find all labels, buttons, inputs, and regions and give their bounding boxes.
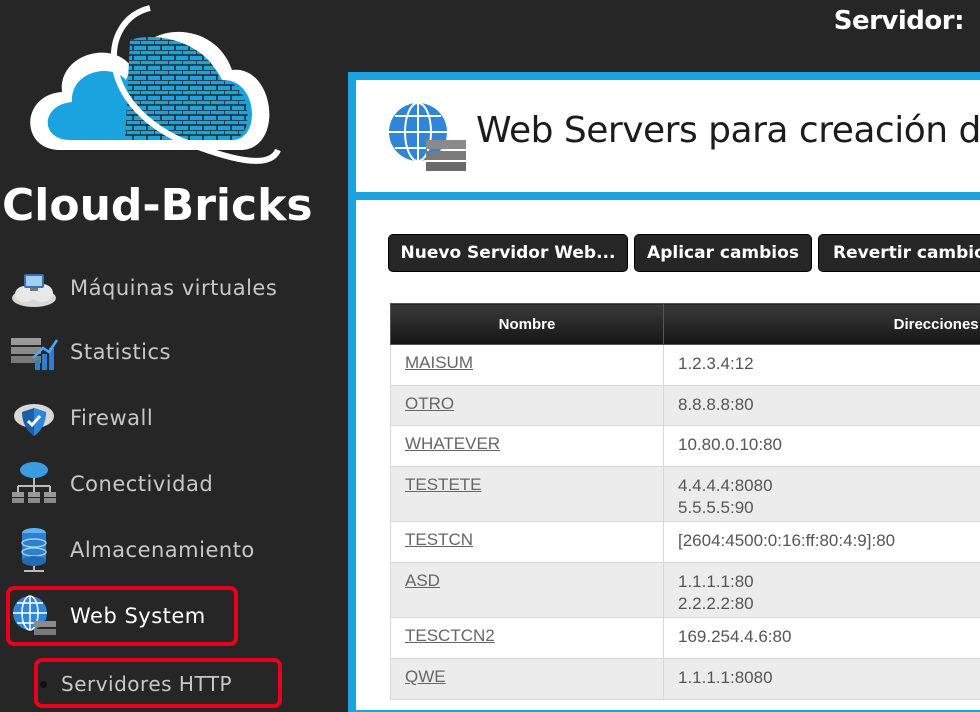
table-row[interactable]: TESTETE 4.4.4.4:80805.5.5.5:90	[391, 467, 980, 522]
sidebar-item-conectividad[interactable]: Conectividad	[8, 454, 308, 514]
address-cell: 10.80.0.10:80	[664, 426, 980, 467]
sidebar-item-label: Conectividad	[70, 472, 213, 496]
address-cell: [2604:4500:0:16:ff:80:4:9]:80	[664, 522, 980, 563]
table-row[interactable]: TESCTCN2 169.254.4.6:80	[391, 618, 980, 659]
storage-icon	[8, 527, 60, 573]
address: 4.4.4.4:8080	[678, 475, 975, 497]
brand-name: Cloud-Bricks	[2, 180, 313, 231]
address-cell: 4.4.4.4:80805.5.5.5:90	[664, 467, 980, 522]
address: 1.1.1.1:80	[678, 571, 975, 593]
network-icon	[8, 461, 60, 507]
server-name-link[interactable]: TESTCN	[391, 522, 664, 563]
table-row[interactable]: ASD 1.1.1.1:802.2.2.2:80	[391, 563, 980, 618]
column-header-nombre[interactable]: Nombre	[391, 304, 664, 345]
web-servers-table: Nombre Direcciones I MAISUM 1.2.3.4:12 O…	[390, 303, 980, 700]
address-cell: 169.254.4.6:80	[664, 618, 980, 659]
address-cell: 1.1.1.1:8080	[664, 659, 980, 700]
web-system-icon	[8, 593, 60, 639]
table-header-row: Nombre Direcciones I	[391, 304, 980, 345]
sidebar-item-label: Web System	[70, 604, 206, 628]
server-name-link[interactable]: TESTETE	[391, 467, 664, 522]
sidebar-item-label: Máquinas virtuales	[70, 276, 277, 300]
server-name-link[interactable]: OTRO	[391, 386, 664, 426]
sidebar-subitem-servidores-http[interactable]: Servidores HTTP	[40, 664, 232, 704]
server-name-link[interactable]: ASD	[391, 563, 664, 618]
table-row[interactable]: OTRO 8.8.8.8:80	[391, 386, 980, 426]
revert-changes-button[interactable]: Revertir cambio	[818, 234, 980, 272]
sidebar-item-firewall[interactable]: Firewall	[8, 388, 308, 448]
statistics-icon	[8, 329, 60, 375]
virtual-machines-icon	[8, 265, 60, 311]
address: [2604:4500:0:16:ff:80:4:9]:80	[678, 530, 975, 552]
sidebar-item-virtual-machines[interactable]: Máquinas virtuales	[8, 258, 308, 318]
address: 169.254.4.6:80	[678, 626, 975, 648]
server-name-link[interactable]: TESCTCN2	[391, 618, 664, 659]
table-row[interactable]: WHATEVER 10.80.0.10:80	[391, 426, 980, 467]
column-header-direcciones[interactable]: Direcciones I	[664, 304, 980, 345]
server-name-link[interactable]: QWE	[391, 659, 664, 700]
sidebar-item-label: Firewall	[70, 406, 153, 430]
address: 10.80.0.10:80	[678, 434, 975, 456]
table-row[interactable]: TESTCN [2604:4500:0:16:ff:80:4:9]:80	[391, 522, 980, 563]
address: 1.2.3.4:12	[678, 353, 975, 375]
address: 5.5.5.5:90	[678, 497, 975, 519]
sidebar-item-almacenamiento[interactable]: Almacenamiento	[8, 520, 308, 580]
address: 8.8.8.8:80	[678, 394, 975, 416]
server-name-link[interactable]: MAISUM	[391, 345, 664, 386]
address: 2.2.2.2:80	[678, 593, 975, 615]
page-title: Web Servers para creación de	[476, 110, 980, 151]
sidebar-item-web-system[interactable]: Web System	[8, 586, 308, 646]
bullet-icon	[40, 681, 47, 688]
sidebar: Cloud-Bricks Máquinas virtuales	[0, 0, 348, 708]
address-cell: 8.8.8.8:80	[664, 386, 980, 426]
firewall-shield-icon	[8, 395, 60, 441]
apply-changes-button[interactable]: Aplicar cambios	[634, 234, 812, 272]
address-cell: 1.2.3.4:12	[664, 345, 980, 386]
server-name-link[interactable]: WHATEVER	[391, 426, 664, 467]
address-cell: 1.1.1.1:802.2.2.2:80	[664, 563, 980, 618]
sidebar-item-label: Almacenamiento	[70, 538, 255, 562]
sidebar-subitem-label: Servidores HTTP	[61, 672, 232, 696]
new-web-server-button[interactable]: Nuevo Servidor Web...	[388, 234, 628, 272]
sidebar-item-statistics[interactable]: Statistics	[8, 322, 308, 382]
table-row[interactable]: MAISUM 1.2.3.4:12	[391, 345, 980, 386]
sidebar-item-label: Statistics	[70, 340, 171, 364]
server-label: Servidor:	[834, 6, 964, 36]
address: 1.1.1.1:8080	[678, 667, 975, 689]
web-servers-icon	[386, 100, 468, 172]
table-row[interactable]: QWE 1.1.1.1:8080	[391, 659, 980, 700]
